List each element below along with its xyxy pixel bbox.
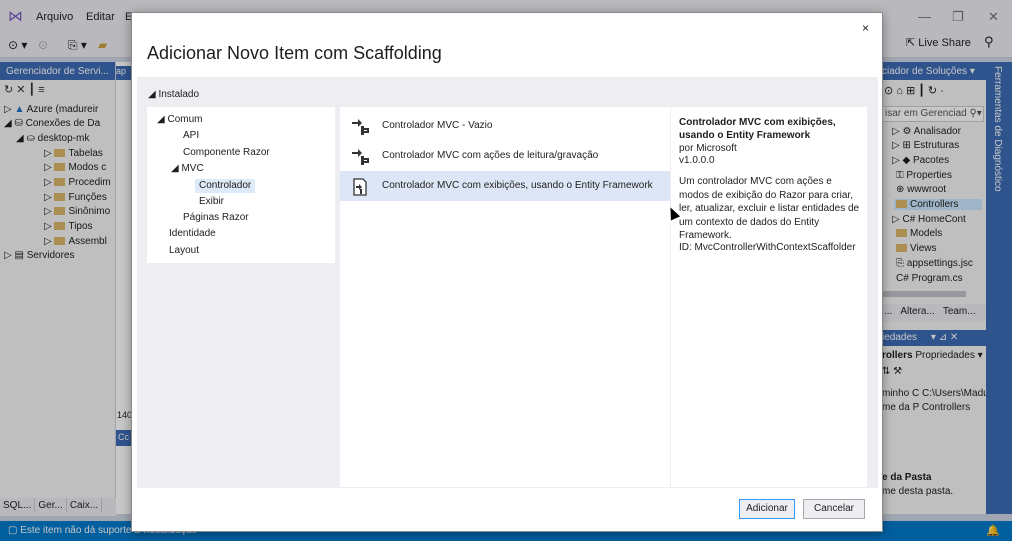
category-tree: ◢ Comum API Componente Razor ◢ MVC Contr… (147, 107, 335, 263)
template-details: Controlador MVC com exibições, usando o … (671, 107, 867, 487)
dialog-title: Adicionar Novo Item com Scaffolding (147, 43, 442, 63)
template-list: Controlador MVC - Vazio Controlador MVC … (340, 107, 670, 487)
template-item-mvc-read-write[interactable]: Controlador MVC com ações de leitura/gra… (340, 141, 670, 171)
controller-icon (352, 149, 369, 165)
category-layout[interactable]: Layout (169, 245, 199, 256)
template-name: Controlador MVC com ações de leitura/gra… (382, 150, 599, 161)
add-scaffold-dialog: Adicionar Novo Item com Scaffolding × ◢ … (131, 12, 883, 532)
category-identidade[interactable]: Identidade (169, 228, 216, 239)
page-controller-icon (353, 178, 367, 196)
template-item-mvc-empty[interactable]: Controlador MVC - Vazio (340, 111, 670, 141)
controller-icon (352, 119, 369, 135)
installed-header[interactable]: ◢ Instalado (148, 89, 199, 100)
details-version: v1.0.0.0 (679, 155, 715, 166)
template-name: Controlador MVC com exibições, usando o … (382, 180, 653, 191)
details-title: Controlador MVC com exibições, usando o … (679, 117, 836, 141)
category-paginas-razor[interactable]: Páginas Razor (183, 212, 249, 223)
category-componente-razor[interactable]: Componente Razor (183, 147, 270, 158)
category-api[interactable]: API (183, 130, 199, 141)
category-comum[interactable]: ◢ Comum (157, 114, 202, 125)
cancel-button[interactable]: Cancelar (803, 499, 865, 519)
category-mvc[interactable]: ◢ MVC (171, 163, 204, 174)
details-id: ID: MvcControllerWithContextScaffolder (679, 242, 856, 253)
close-icon[interactable]: × (862, 21, 869, 35)
details-author: por Microsoft (679, 143, 737, 154)
category-exibir[interactable]: Exibir (199, 196, 224, 207)
category-controlador[interactable]: Controlador (195, 179, 256, 193)
template-item-mvc-entity-framework[interactable]: Controlador MVC com exibições, usando o … (340, 171, 670, 201)
add-button[interactable]: Adicionar (739, 499, 795, 519)
details-description: Um controlador MVC com ações e modos de … (679, 176, 860, 241)
template-name: Controlador MVC - Vazio (382, 120, 493, 131)
